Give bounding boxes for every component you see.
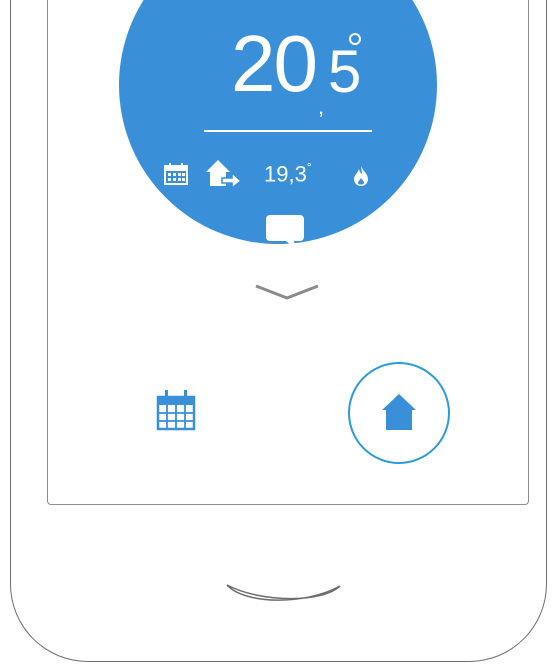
message-icon[interactable] (266, 215, 304, 249)
home-icon[interactable] (380, 392, 418, 432)
measured-temperature: 19,3° (264, 160, 312, 187)
degree-icon (349, 33, 361, 45)
divider (204, 130, 372, 132)
calendar-icon (164, 163, 188, 185)
temperature-decimal: 5 (328, 38, 362, 105)
home-button[interactable] (224, 582, 342, 606)
measured-temperature-degree: ° (306, 160, 312, 174)
calendar-icon[interactable] (156, 389, 196, 431)
home-away-icon (206, 160, 242, 188)
temperature-separator: , (318, 94, 325, 119)
measured-temperature-value: 19,3 (264, 161, 307, 187)
chevron-down-icon[interactable] (254, 282, 320, 302)
flame-icon (354, 166, 368, 186)
temperature-whole: 20 (231, 19, 318, 108)
